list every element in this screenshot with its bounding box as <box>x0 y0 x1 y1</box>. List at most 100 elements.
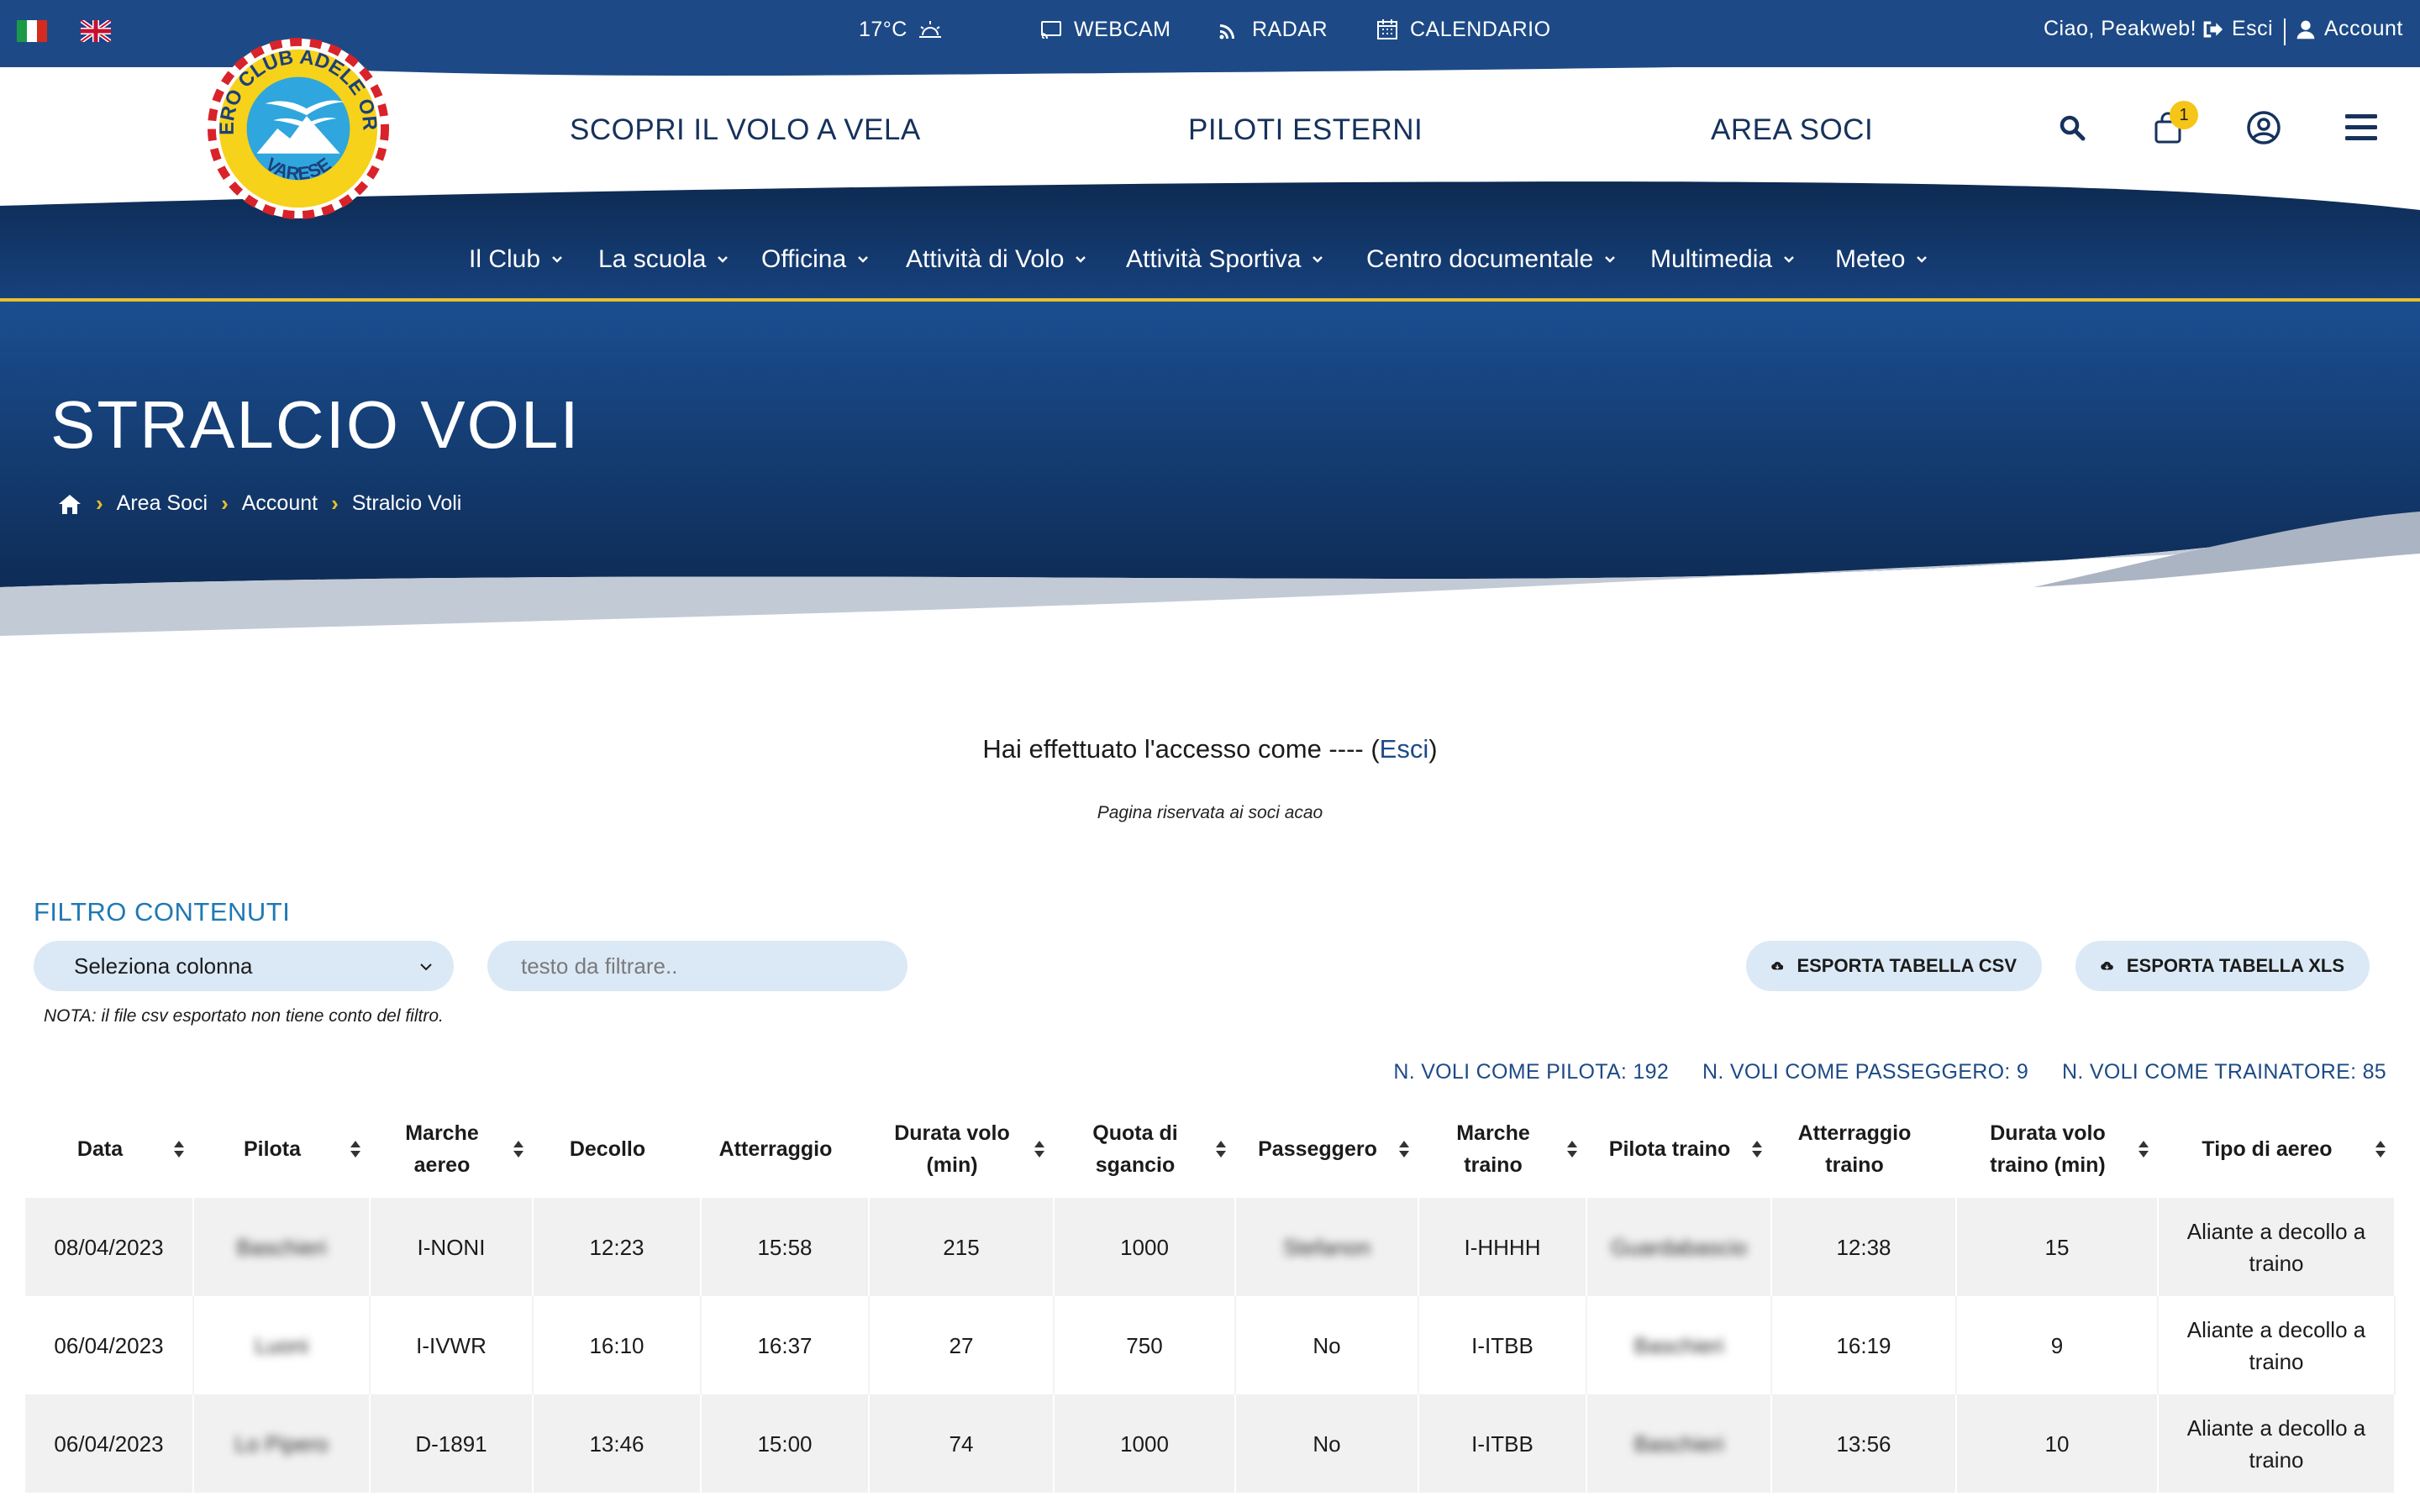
sort-icon[interactable] <box>1751 1139 1763 1159</box>
column-header[interactable]: Pilota traino <box>1586 1100 1771 1198</box>
subnav-label: La scuola <box>598 245 707 273</box>
club-logo[interactable]: AERO CLUB ADELE ORSI VARESE <box>199 19 390 220</box>
logout-link[interactable]: Esci <box>2202 17 2273 41</box>
logout-inline-link[interactable]: Esci <box>1380 734 1429 764</box>
table-cell: Guardabascio <box>1586 1198 1772 1296</box>
user-profile-button[interactable] <box>2244 108 2284 148</box>
export-xls-label: ESPORTA TABELLA XLS <box>2126 955 2344 976</box>
search-button[interactable] <box>2052 108 2092 148</box>
radar-link[interactable]: RADAR <box>1217 17 1328 42</box>
subnav-attivita-di-volo[interactable]: Attività di Volo <box>906 245 1087 274</box>
cell-value: 27 <box>949 1332 974 1358</box>
column-header-label: Data <box>76 1137 124 1161</box>
chevron-down-icon <box>1313 256 1323 263</box>
webcam-link[interactable]: WEBCAM <box>1039 17 1171 42</box>
subnav-centro-documentale[interactable]: Centro documentale <box>1366 245 1617 274</box>
table-cell: I-NONI <box>370 1198 534 1296</box>
uk-flag-icon[interactable] <box>81 20 111 42</box>
calendar-link[interactable]: CALENDARIO <box>1375 17 1551 42</box>
column-header-label: Passeggero <box>1258 1137 1377 1161</box>
sort-icon[interactable] <box>513 1139 524 1159</box>
column-header-label: Tipo di aereo <box>2202 1137 2333 1161</box>
redacted-name: Baschieri <box>1634 1332 1724 1358</box>
table-cell: 13:46 <box>533 1394 702 1493</box>
logout-label: Esci <box>2232 17 2274 40</box>
column-header: Decollo <box>533 1100 701 1198</box>
export-csv-button[interactable]: ESPORTA TABELLA CSV <box>1746 941 2042 991</box>
column-header[interactable]: Data <box>25 1100 193 1198</box>
cell-value: D-1891 <box>415 1431 487 1457</box>
subnav-officina[interactable]: Officina <box>761 245 870 274</box>
cell-value: I-HHHH <box>1464 1234 1541 1260</box>
column-header-label: Atterraggio traino <box>1797 1121 1912 1177</box>
nav-scopri-volo-a-vela[interactable]: SCOPRI IL VOLO A VELA <box>570 113 921 147</box>
cell-value: 15:00 <box>757 1431 813 1457</box>
subnav-meteo[interactable]: Meteo <box>1835 245 1928 274</box>
subnav-label: Centro documentale <box>1366 245 1594 273</box>
hamburger-menu-button[interactable] <box>2341 108 2381 148</box>
nav-piloti-esterni[interactable]: PILOTI ESTERNI <box>1188 113 1423 147</box>
column-header[interactable]: Quota di sgancio <box>1054 1100 1235 1198</box>
cell-value: 9 <box>2050 1332 2064 1358</box>
sort-icon[interactable] <box>1398 1139 1410 1159</box>
column-header[interactable]: Marche traino <box>1418 1100 1586 1198</box>
nav-area-soci[interactable]: AREA SOCI <box>1711 113 1873 147</box>
hamburger-icon <box>2345 114 2377 140</box>
cell-value: 15:58 <box>757 1234 813 1260</box>
subnav-attivita-sportiva[interactable]: Attività Sportiva <box>1126 245 1324 274</box>
cell-value: No <box>1313 1431 1341 1457</box>
filter-text-input[interactable] <box>487 941 908 991</box>
flight-counts: N. VOLI COME PILOTA: 192 N. VOLI COME PA… <box>1393 1060 2386 1084</box>
table-cell: Stefanon <box>1235 1198 1419 1296</box>
weather-widget: 17°C <box>859 17 943 42</box>
breadcrumb-area-soci[interactable]: Area Soci <box>117 491 208 516</box>
table-cell: 750 <box>1054 1296 1236 1394</box>
sort-icon[interactable] <box>173 1139 185 1159</box>
subnav-la-scuola[interactable]: La scuola <box>598 245 729 274</box>
column-header[interactable]: Marche aereo <box>370 1100 533 1198</box>
column-header[interactable]: Durata volo (min) <box>869 1100 1054 1198</box>
account-link[interactable]: Account <box>2296 17 2403 41</box>
count-as-passenger: N. VOLI COME PASSEGGERO: 9 <box>1702 1060 2029 1084</box>
table-header-row: Data Pilota Marche aereo Decollo Atterraggio… <box>25 1100 2395 1198</box>
column-header: Atterraggio traino <box>1771 1100 1956 1198</box>
sort-icon[interactable] <box>1034 1139 1045 1159</box>
chevron-down-icon <box>1784 256 1794 263</box>
table-cell: 13:56 <box>1771 1394 1957 1493</box>
redacted-name: Baschieri <box>1634 1431 1724 1457</box>
column-header[interactable]: Tipo di aereo <box>2158 1100 2395 1198</box>
breadcrumb-account[interactable]: Account <box>242 491 318 516</box>
export-xls-button[interactable]: ESPORTA TABELLA XLS <box>2075 941 2370 991</box>
export-csv-label: ESPORTA TABELLA CSV <box>1797 955 2017 976</box>
column-header-label: Durata volo traino (min) <box>1990 1121 2106 1177</box>
cell-value: 1000 <box>1120 1234 1169 1260</box>
chevron-down-icon <box>1917 256 1928 263</box>
table-cell: I-ITBB <box>1418 1296 1587 1394</box>
redacted-name: Luoni <box>255 1332 308 1358</box>
redacted-name: Lo Pipero <box>234 1431 329 1457</box>
table-cell: I-HHHH <box>1418 1198 1587 1296</box>
breadcrumb-separator-icon: › <box>331 491 339 516</box>
table-cell: 74 <box>869 1394 1055 1493</box>
column-header[interactable]: Pilota <box>193 1100 370 1198</box>
subnav-multimedia[interactable]: Multimedia <box>1650 245 1796 274</box>
sort-icon[interactable] <box>350 1139 361 1159</box>
home-icon[interactable] <box>57 493 82 515</box>
column-header[interactable]: Passeggero <box>1235 1100 1418 1198</box>
italian-flag-icon[interactable] <box>17 20 47 42</box>
table-row: 06/04/2023 Luoni I-IVWR 16:10 16:37 27 750 No I-… <box>25 1296 2396 1394</box>
subnav-il-club[interactable]: Il Club <box>469 245 564 274</box>
chevron-down-icon <box>420 963 432 971</box>
table-cell: 15:00 <box>701 1394 870 1493</box>
cell-value: I-ITBB <box>1471 1332 1534 1358</box>
flights-table: Data Pilota Marche aereo Decollo Atterraggio… <box>25 1100 2396 1493</box>
temperature-text: 17°C <box>859 17 908 41</box>
column-header[interactable]: Durata volo traino (min) <box>1956 1100 2158 1198</box>
sort-icon[interactable] <box>2138 1139 2149 1159</box>
sort-icon[interactable] <box>1215 1139 1227 1159</box>
reserved-note: Pagina riservata ai soci acao <box>1097 803 1323 822</box>
column-select[interactable]: Seleziona colonna <box>34 941 454 991</box>
sort-icon[interactable] <box>2375 1139 2386 1159</box>
cell-value: 06/04/2023 <box>54 1332 164 1358</box>
sort-icon[interactable] <box>1566 1139 1578 1159</box>
